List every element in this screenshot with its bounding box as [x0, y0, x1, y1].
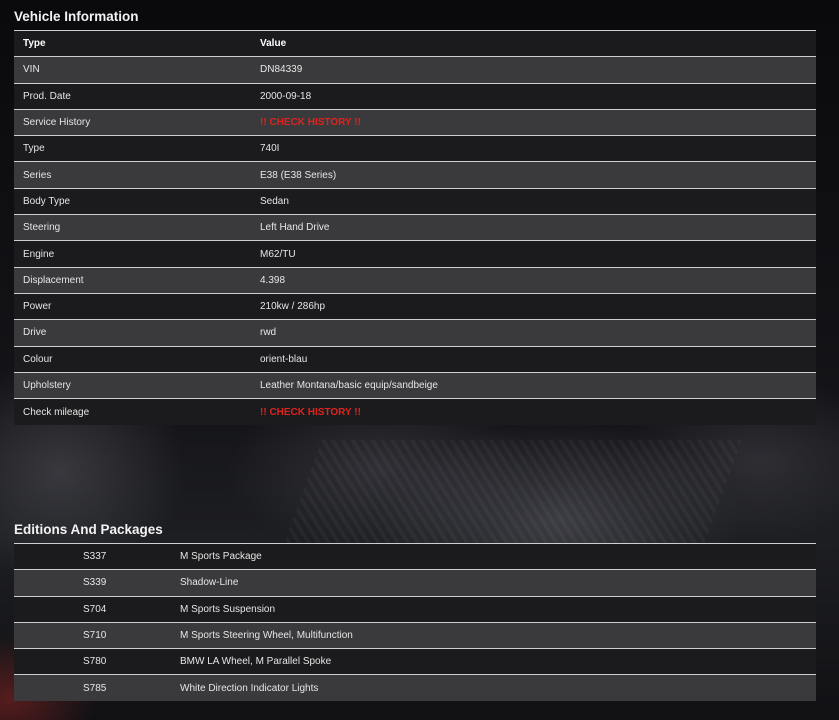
table-row: Prod. Date 2000-09-18	[14, 82, 816, 110]
edition-code: S785	[14, 674, 171, 702]
editions-table: S337 M Sports Package S339 Shadow-Line S…	[14, 542, 816, 702]
table-header-row: Type Value	[14, 29, 816, 57]
edition-name: M Sports Package	[171, 542, 816, 570]
table-row: Steering Left Hand Drive	[14, 214, 816, 241]
row-value: Left Hand Drive	[251, 214, 816, 241]
edition-row: S704 M Sports Suspension	[14, 595, 816, 623]
row-label: Check mileage	[14, 398, 251, 425]
row-label: VIN	[14, 56, 251, 84]
table-row: Check mileage !! CHECK HISTORY !!	[14, 398, 816, 425]
row-label: Engine	[14, 240, 251, 268]
edition-name: M Sports Steering Wheel, Multifunction	[171, 621, 816, 649]
edition-row: S339 Shadow-Line	[14, 569, 816, 597]
row-value: 740I	[251, 135, 816, 162]
check-history-warning: !! CHECK HISTORY !!	[251, 398, 816, 425]
edition-name: Shadow-Line	[171, 569, 816, 597]
table-row: Colour orient-blau	[14, 345, 816, 373]
row-value: Sedan	[251, 187, 816, 215]
row-value: Leather Montana/basic equip/sandbeige	[251, 371, 816, 399]
row-value: DN84339	[251, 56, 816, 84]
table-row: Engine M62/TU	[14, 240, 816, 268]
edition-code: S780	[14, 648, 171, 675]
edition-name: White Direction Indicator Lights	[171, 674, 816, 702]
row-label: Power	[14, 292, 251, 320]
table-row: Displacement 4.398	[14, 266, 816, 294]
row-label: Body Type	[14, 187, 251, 215]
table-row: VIN DN84339	[14, 56, 816, 84]
edition-row: S780 BMW LA Wheel, M Parallel Spoke	[14, 648, 816, 675]
edition-code: S704	[14, 595, 171, 623]
edition-code: S710	[14, 621, 171, 649]
table-row: Type 740I	[14, 135, 816, 162]
row-label: Displacement	[14, 266, 251, 294]
edition-row: S785 White Direction Indicator Lights	[14, 674, 816, 702]
row-label: Service History	[14, 108, 251, 136]
row-value: E38 (E38 Series)	[251, 161, 816, 189]
row-label: Drive	[14, 319, 251, 347]
edition-row: S337 M Sports Package	[14, 542, 816, 570]
row-value: orient-blau	[251, 345, 816, 373]
row-label: Upholstery	[14, 371, 251, 399]
row-value: 210kw / 286hp	[251, 292, 816, 320]
row-label: Steering	[14, 214, 251, 241]
column-header-value: Value	[251, 29, 816, 57]
row-label: Type	[14, 135, 251, 162]
row-label: Prod. Date	[14, 82, 251, 110]
edition-row: S710 M Sports Steering Wheel, Multifunct…	[14, 621, 816, 649]
row-value: 2000-09-18	[251, 82, 816, 110]
check-history-warning: !! CHECK HISTORY !!	[251, 108, 816, 136]
row-label: Series	[14, 161, 251, 189]
table-row: Upholstery Leather Montana/basic equip/s…	[14, 371, 816, 399]
editions-title: Editions And Packages	[14, 522, 163, 537]
column-header-type: Type	[14, 29, 251, 57]
vehicle-info-title: Vehicle Information	[14, 9, 139, 24]
table-row: Series E38 (E38 Series)	[14, 161, 816, 189]
table-row: Body Type Sedan	[14, 187, 816, 215]
row-value: 4.398	[251, 266, 816, 294]
edition-code: S337	[14, 542, 171, 570]
edition-code: S339	[14, 569, 171, 597]
vehicle-info-table: Type Value VIN DN84339 Prod. Date 2000-0…	[14, 29, 816, 425]
table-row: Power 210kw / 286hp	[14, 292, 816, 320]
edition-name: M Sports Suspension	[171, 595, 816, 623]
table-row: Drive rwd	[14, 319, 816, 347]
row-label: Colour	[14, 345, 251, 373]
table-row: Service History !! CHECK HISTORY !!	[14, 108, 816, 136]
row-value: rwd	[251, 319, 816, 347]
row-value: M62/TU	[251, 240, 816, 268]
edition-name: BMW LA Wheel, M Parallel Spoke	[171, 648, 816, 675]
